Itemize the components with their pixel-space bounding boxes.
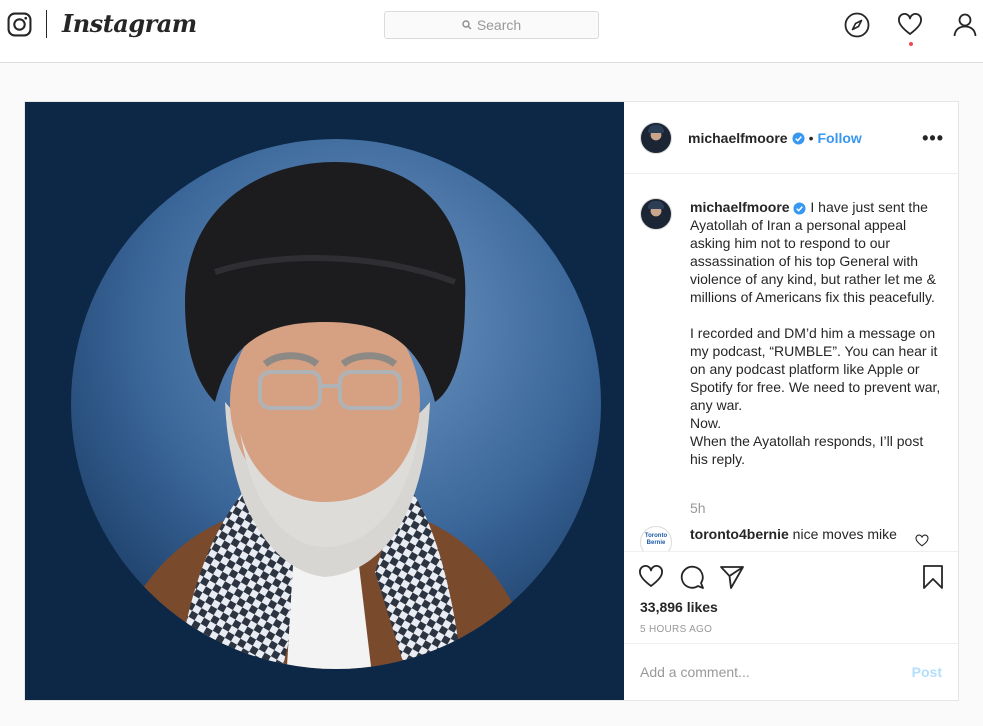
comment-bubble-icon[interactable] — [679, 564, 705, 590]
add-comment-input[interactable]: Add a comment... — [640, 664, 750, 680]
post-caption: michaelfmoore I have just sent the Ayato… — [690, 198, 942, 468]
compass-icon[interactable] — [844, 12, 870, 38]
heart-icon[interactable] — [897, 12, 923, 38]
author-line: michaelfmoore • Follow — [688, 130, 862, 146]
notification-dot — [909, 42, 913, 46]
caption-paragraph: Now. — [690, 415, 722, 431]
search-placeholder: Search — [476, 17, 522, 33]
post-sidebar: michaelfmoore • Follow ••• michaelfmoore — [624, 102, 958, 700]
caption-author-avatar[interactable] — [640, 198, 672, 230]
post-header: michaelfmoore • Follow ••• — [624, 102, 958, 174]
portrait-illustration — [71, 139, 601, 669]
post-image[interactable] — [25, 102, 624, 700]
caption-paragraph: When the Ayatollah responds, I’ll post h… — [690, 433, 924, 467]
verified-badge-icon — [793, 202, 807, 215]
post-actions: 33,896 likes 5 HOURS AGO — [624, 551, 958, 643]
search-icon — [462, 20, 472, 30]
like-heart-icon[interactable] — [638, 564, 664, 590]
commenter-username[interactable]: toronto4bernie — [690, 526, 789, 542]
post-comment-button[interactable]: Post — [912, 664, 942, 680]
caption-author-username[interactable]: michaelfmoore — [690, 199, 790, 215]
author-avatar[interactable] — [640, 122, 672, 154]
save-bookmark-icon[interactable] — [920, 564, 946, 590]
profile-icon[interactable] — [952, 12, 978, 38]
caption-time: 5h — [690, 500, 706, 516]
post-card: michaelfmoore • Follow ••• michaelfmoore — [24, 101, 959, 701]
share-send-icon[interactable] — [719, 564, 745, 590]
follow-button[interactable]: Follow — [818, 130, 862, 146]
post-timestamp[interactable]: 5 HOURS AGO — [640, 624, 712, 635]
more-options-icon[interactable]: ••• — [922, 128, 944, 149]
search-input[interactable]: Search — [384, 11, 599, 39]
add-comment-bar: Add a comment... Post — [624, 643, 958, 700]
caption-paragraph: I recorded and DM’d him a message on my … — [690, 325, 941, 413]
top-navigation: Instagram Search — [0, 0, 983, 63]
verified-badge-icon — [792, 131, 805, 145]
follow-separator: • — [808, 130, 814, 146]
comment-text: nice moves mike — [792, 526, 897, 542]
likes-count[interactable]: 33,896 likes — [640, 599, 718, 615]
logo-divider — [46, 10, 47, 38]
instagram-wordmark[interactable]: Instagram — [62, 9, 197, 38]
author-username[interactable]: michaelfmoore — [688, 130, 788, 146]
commenter-avatar[interactable]: Toronto Bernie — [640, 526, 672, 551]
comment-item: toronto4bernie nice moves mike — [690, 526, 897, 542]
instagram-glyph-icon[interactable] — [7, 12, 32, 37]
comment-like-heart-icon[interactable] — [915, 534, 929, 548]
comments-section: michaelfmoore I have just sent the Ayato… — [624, 174, 958, 551]
